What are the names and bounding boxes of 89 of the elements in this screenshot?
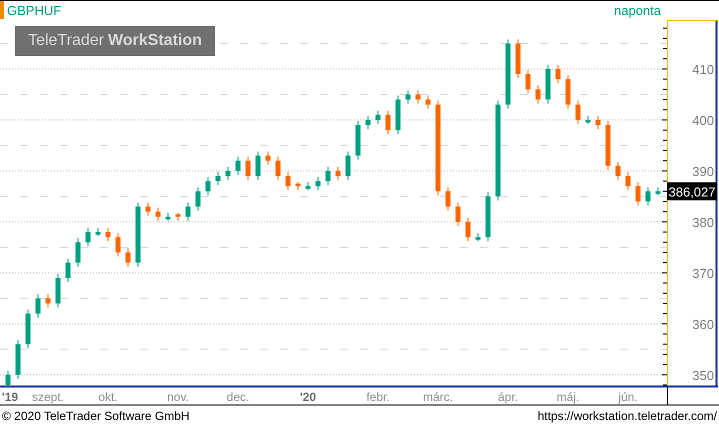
candlestick [56, 273, 60, 308]
candlestick [566, 74, 570, 110]
candlestick [206, 176, 210, 196]
candlestick [426, 94, 430, 110]
candlestick [236, 156, 240, 176]
axis-label: máj. [556, 390, 580, 404]
candlestick [366, 115, 370, 130]
candlestick [656, 186, 660, 196]
candlestick [256, 151, 260, 181]
candlestick [186, 202, 190, 222]
candlestick [246, 156, 250, 181]
candlestick [506, 38, 510, 110]
url-text: https://workstation.teletrader.com/ [538, 408, 717, 422]
candlestick [86, 227, 90, 247]
candlestick [396, 94, 400, 135]
logo: TeleTrader WorkStation [15, 26, 215, 56]
candlestick [296, 182, 300, 191]
candlestick [6, 370, 10, 386]
axis-label: okt. [98, 390, 118, 404]
candlestick [586, 115, 590, 124]
candlestick [26, 309, 30, 349]
candlestick [316, 176, 320, 191]
axis-label: szept. [32, 390, 64, 404]
candlestick [576, 100, 580, 124]
axis-label: 360 [692, 316, 714, 332]
candlestick [556, 64, 560, 84]
axis-label: 390 [692, 164, 714, 179]
candlestick [636, 182, 640, 206]
candlestick [136, 202, 140, 268]
candlestick [156, 207, 160, 222]
candlestick [356, 120, 360, 160]
candlestick [536, 84, 540, 104]
candlestick [516, 38, 520, 79]
marker-bar [0, 1, 4, 19]
axis-label: 380 [692, 214, 714, 230]
candlestick [486, 192, 490, 242]
candlestick [226, 166, 230, 181]
axis-label: nov. [167, 390, 189, 404]
candlestick [286, 171, 290, 191]
candlestick [66, 258, 70, 283]
candlestick [196, 186, 200, 212]
candlestick [216, 171, 220, 186]
candlestick [106, 227, 110, 242]
candlestick [146, 202, 150, 216]
candlestick [456, 202, 460, 226]
candlestick [596, 115, 600, 130]
interval-label: naponta [614, 2, 661, 18]
symbol-label: GBPHUF [7, 2, 62, 18]
candlestick [36, 294, 40, 318]
candlestick [336, 166, 340, 181]
candlestick [96, 227, 100, 237]
candlestick [176, 212, 180, 222]
axis-label: dec. [226, 390, 250, 404]
axis-label: jún. [618, 390, 638, 404]
candlestick [346, 151, 350, 181]
candlestick [16, 340, 20, 380]
candlestick [546, 64, 550, 104]
candlestick [166, 212, 170, 222]
copyright-text: © 2020 TeleTrader Software GmbH [2, 408, 190, 422]
candlestick [76, 238, 80, 268]
candlestick [476, 232, 480, 242]
candlestick [446, 186, 450, 212]
candlestick [526, 69, 530, 94]
candlestick [386, 110, 390, 135]
candlestick [646, 186, 650, 206]
axis-label: '20 [300, 390, 316, 404]
candlestick [306, 182, 310, 191]
candlestick [376, 110, 380, 124]
candlestick [116, 232, 120, 258]
candlestick [276, 156, 280, 181]
axis-label: márc. [423, 390, 453, 404]
axis-label: 370 [692, 266, 714, 281]
candlestick [416, 90, 420, 104]
candlestick [466, 217, 470, 242]
candlestick [266, 151, 270, 166]
price-label: 386,027 [667, 182, 717, 200]
candlestick [46, 294, 50, 308]
axis-label: 410 [692, 62, 714, 77]
axis-label: 400 [692, 112, 714, 128]
axis-label: febr. [366, 390, 390, 404]
candlestick [626, 171, 630, 191]
axis-label: '19 [2, 390, 18, 404]
candlestick [326, 166, 330, 186]
candlestick [606, 120, 610, 170]
axis-label: 350 [692, 368, 714, 383]
axis-label: ápr. [498, 390, 518, 404]
candlestick [616, 161, 620, 181]
candlestick [126, 248, 130, 268]
candlestick [406, 90, 410, 104]
